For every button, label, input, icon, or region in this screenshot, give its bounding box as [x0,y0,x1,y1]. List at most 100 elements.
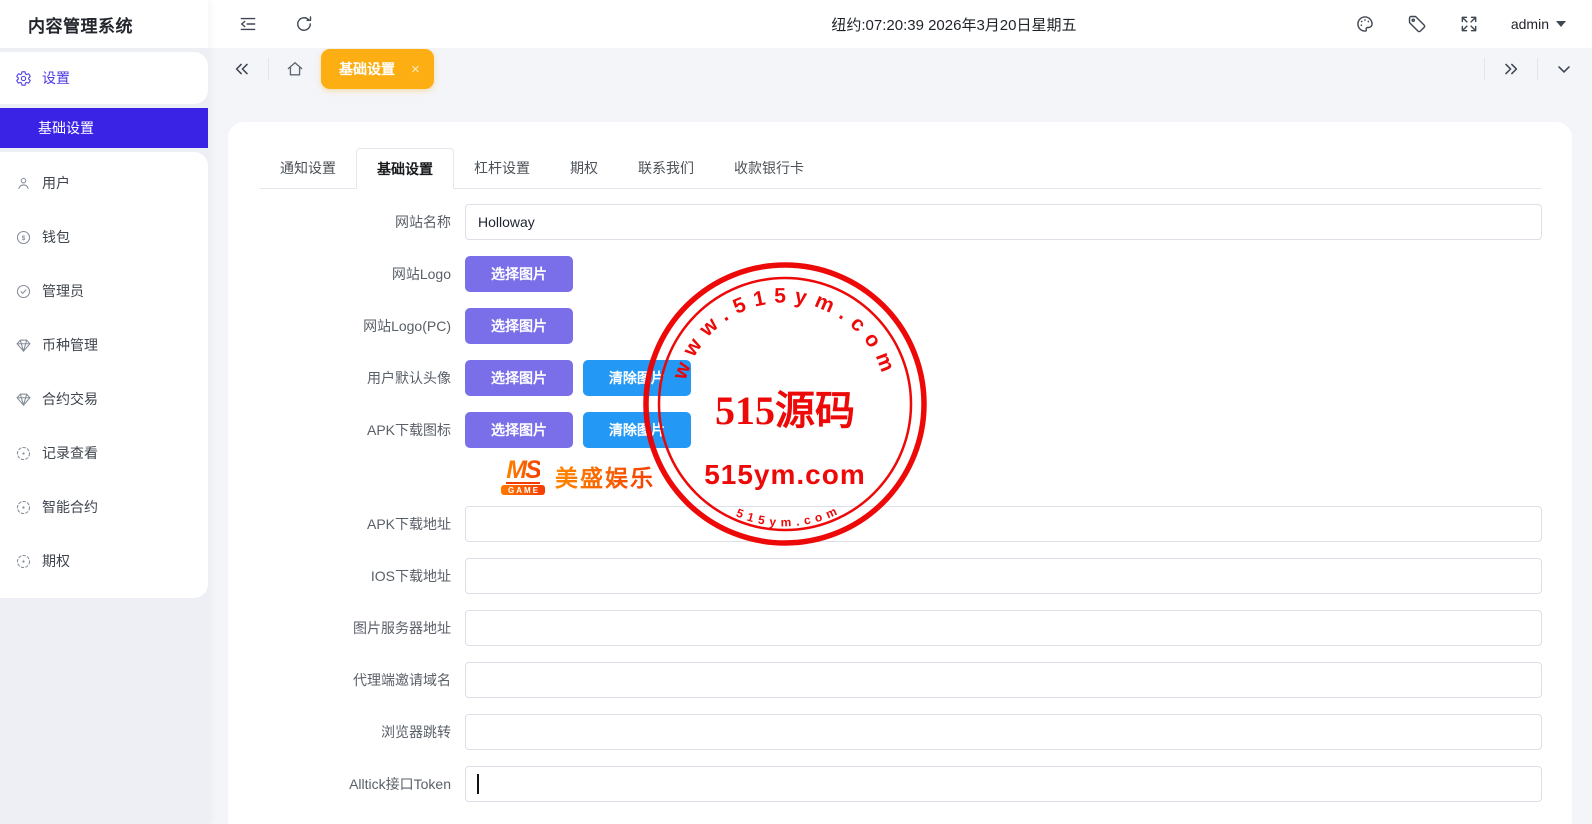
clear-image-button[interactable]: 清除图片 [583,360,691,396]
form-row: 网站Logo 选择图片 [228,256,1572,292]
clear-image-button[interactable]: 清除图片 [583,412,691,448]
tabs-scroll-left-icon[interactable] [232,59,252,79]
tab-basic-settings[interactable]: 基础设置 [356,148,454,189]
sidebar-item-label: 智能合约 [42,497,98,517]
datetime-display: 纽约:07:20:39 2026年3月20日星期五 [831,14,1076,35]
choose-image-button[interactable]: 选择图片 [465,360,573,396]
username: admin [1511,16,1549,32]
sidebar-item-users[interactable]: 用户 [0,156,208,210]
gem-icon [14,336,32,354]
refresh-icon[interactable] [294,14,314,34]
collapse-sidebar-icon[interactable] [238,14,258,34]
home-icon[interactable] [285,59,305,79]
sidebar-active-label: 基础设置 [38,118,94,138]
tag-icon[interactable] [1407,14,1427,34]
browser-redirect-input[interactable] [465,714,1542,750]
dollar-circle-icon: $ [14,228,32,246]
tab-bank-cards[interactable]: 收款银行卡 [714,148,824,188]
form-row: 浏览器跳转 [228,714,1572,750]
tabs-menu-chevron-down-icon[interactable] [1554,59,1574,79]
field-label: IOS下载地址 [228,558,451,594]
form-row: APK下载图标 选择图片 清除图片 MS GAME 美盛娱乐 [228,412,1572,498]
settings-panel: 通知设置 基础设置 杠杆设置 期权 联系我们 收款银行卡 网站名称 网站Logo… [228,122,1572,824]
sidebar-item-admins[interactable]: 管理员 [0,264,208,318]
form-row: 代理端邀请域名 [228,662,1572,698]
sidebar-item-label: 钱包 [42,227,70,247]
form-row: 网站Logo(PC) 选择图片 [228,308,1572,344]
ms-game-badge: GAME [501,485,545,495]
tab-options[interactable]: 期权 [550,148,618,188]
tabs-scroll-right-icon[interactable] [1501,59,1521,79]
field-label: 用户默认头像 [228,360,451,396]
field-label: Alltick接口Token [228,766,451,802]
sidebar-item-contract-trading[interactable]: 合约交易 [0,372,208,426]
field-label: APK下载地址 [228,506,451,542]
sidebar-item-label: 记录查看 [42,443,98,463]
image-server-url-input[interactable] [465,610,1542,646]
site-name-input[interactable] [465,204,1542,240]
app-title: 内容管理系统 [0,0,208,48]
form-row: 用户默认头像 选择图片 清除图片 [228,360,1572,396]
open-page-tab-label: 基础设置 [339,59,395,79]
apk-download-url-input[interactable] [465,506,1542,542]
close-icon[interactable]: × [411,61,420,78]
tab-notification-settings[interactable]: 通知设置 [260,148,356,188]
sidebar-item-label: 期权 [42,551,70,571]
field-label: 网站Logo [228,256,451,292]
sidebar-item-basic-settings-active[interactable]: 基础设置 [0,108,208,148]
settings-tabs: 通知设置 基础设置 杠杆设置 期权 联系我们 收款银行卡 [260,148,1542,189]
field-label: 浏览器跳转 [228,714,451,750]
alltick-token-input[interactable] [465,766,1542,802]
field-label: 网站名称 [228,204,451,240]
user-icon [14,174,32,192]
divider [268,58,269,80]
text-cursor [477,774,479,794]
sidebar-item-settings[interactable]: 设置 [0,52,208,104]
gem-icon [14,390,32,408]
open-page-tab[interactable]: 基础设置 × [321,49,434,89]
sidebar-item-label: 设置 [42,68,70,88]
sidebar-item-label: 合约交易 [42,389,98,409]
svg-text:$: $ [21,234,25,241]
choose-image-button[interactable]: 选择图片 [465,308,573,344]
theme-palette-icon[interactable] [1355,14,1375,34]
basic-settings-form: 网站名称 网站Logo 选择图片 网站Logo(PC) 选择图片 用户默认头像 … [228,204,1572,802]
agent-invite-domain-input[interactable] [465,662,1542,698]
gear-icon [14,69,32,87]
sidebar-item-label: 用户 [42,173,70,193]
choose-image-button[interactable]: 选择图片 [465,412,573,448]
history-icon [14,498,32,516]
sidebar-group-card: 设置 [0,52,208,104]
badge-check-icon [14,282,32,300]
divider [1484,58,1485,80]
sidebar-menu-card: 用户 $ 钱包 管理员 币种管理 合约交易 [0,152,208,598]
apk-icon-preview-image: MS GAME 美盛娱乐 [501,454,1542,498]
sidebar-item-smart-contract[interactable]: 智能合约 [0,480,208,534]
ms-logo-text: MS [506,458,540,484]
sidebar-item-label: 币种管理 [42,335,98,355]
choose-image-button[interactable]: 选择图片 [465,256,573,292]
form-row: IOS下载地址 [228,558,1572,594]
field-label: APK下载图标 [228,412,451,448]
sidebar-item-currency[interactable]: 币种管理 [0,318,208,372]
ios-download-url-input[interactable] [465,558,1542,594]
tab-leverage-settings[interactable]: 杠杆设置 [454,148,550,188]
divider [1537,58,1538,80]
field-label: 网站Logo(PC) [228,308,451,344]
top-navbar: 纽约:07:20:39 2026年3月20日星期五 admin [208,0,1592,48]
form-row: Alltick接口Token [228,766,1572,802]
sidebar-item-label: 管理员 [42,281,84,301]
caret-down-icon [1556,21,1566,27]
field-label: 图片服务器地址 [228,610,451,646]
tab-contact-us[interactable]: 联系我们 [618,148,714,188]
page-tabbar: 基础设置 × [208,48,1592,90]
sidebar: 内容管理系统 设置 基础设置 用户 $ 钱包 管理员 [0,0,208,824]
ms-brand-name: 美盛娱乐 [555,459,655,493]
history-icon [14,444,32,462]
user-menu[interactable]: admin [1511,16,1566,32]
sidebar-item-wallet[interactable]: $ 钱包 [0,210,208,264]
fullscreen-icon[interactable] [1459,14,1479,34]
sidebar-item-options[interactable]: 期权 [0,534,208,588]
form-row: 网站名称 [228,204,1572,240]
sidebar-item-records[interactable]: 记录查看 [0,426,208,480]
